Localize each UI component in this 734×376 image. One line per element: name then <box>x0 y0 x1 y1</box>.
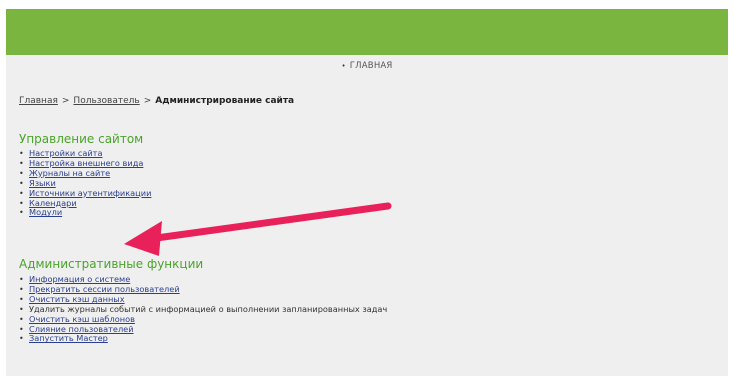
breadcrumb-current: Администрирование сайта <box>155 96 295 106</box>
header-bar <box>6 9 728 55</box>
languages-link[interactable]: Языки <box>29 178 56 188</box>
clear-template-cache-link[interactable]: Очистить кэш шаблонов <box>29 314 135 324</box>
system-info-link[interactable]: Информация о системе <box>29 274 130 284</box>
bullet-icon: • <box>19 158 24 168</box>
bullet-icon: • <box>19 304 24 314</box>
bullet-icon: • <box>19 188 24 198</box>
calendars-link[interactable]: Календари <box>29 198 77 208</box>
bullet-icon: • <box>19 208 24 218</box>
bullet-icon: • <box>19 198 24 208</box>
breadcrumb: Главная > Пользователь > Администрирование с… <box>19 96 294 106</box>
bullet-icon: • <box>19 314 24 324</box>
bullet-icon: • <box>19 149 24 158</box>
bullet-icon: • <box>19 284 24 294</box>
page: • главная Главная > Пользователь > Администри… <box>6 9 728 376</box>
top-nav: • главная <box>6 61 728 75</box>
appearance-settings-link[interactable]: Настройка внешнего вида <box>29 158 143 168</box>
site-logs-link[interactable]: Журналы на сайте <box>29 168 110 178</box>
bullet-icon: • <box>19 275 24 284</box>
run-wizard-link[interactable]: Запустить Мастер <box>29 333 108 343</box>
admin-functions-list: • Информация о системе • Прекратить сессии… <box>19 274 387 344</box>
kill-sessions-link[interactable]: Прекратить сессии пользователей <box>29 284 180 294</box>
bullet-icon: • <box>19 294 24 304</box>
breadcrumb-separator: > <box>61 96 70 106</box>
breadcrumb-users-link[interactable]: Пользователь <box>73 96 139 106</box>
list-item: • Запустить Мастер <box>19 333 387 344</box>
site-management-list: • Настройки сайта • Настройка внешнего вид… <box>19 148 151 218</box>
nav-home-link[interactable]: главная <box>350 61 393 71</box>
modules-link[interactable]: Модули <box>29 207 62 217</box>
auth-sources-link[interactable]: Источники аутентификации <box>29 188 151 198</box>
list-item: • Модули <box>19 207 151 218</box>
delete-task-logs-link[interactable]: Удалить журналы событий с информацией о … <box>29 304 387 314</box>
nav-bullet: • <box>341 62 346 70</box>
arrow-head <box>124 221 162 256</box>
bullet-icon: • <box>19 168 24 178</box>
bullet-icon: • <box>19 324 24 334</box>
breadcrumb-separator: > <box>143 96 152 106</box>
site-management-title: Управление сайтом <box>19 132 144 146</box>
bullet-icon: • <box>19 334 24 344</box>
site-settings-link[interactable]: Настройки сайта <box>29 148 102 158</box>
merge-users-link[interactable]: Слияние пользователей <box>29 324 134 334</box>
clear-data-cache-link[interactable]: Очистить кэш данных <box>29 294 125 304</box>
bullet-icon: • <box>19 178 24 188</box>
arrow-shaft <box>138 202 392 244</box>
breadcrumb-home-link[interactable]: Главная <box>19 96 58 106</box>
admin-functions-title: Административные функции <box>19 257 204 271</box>
